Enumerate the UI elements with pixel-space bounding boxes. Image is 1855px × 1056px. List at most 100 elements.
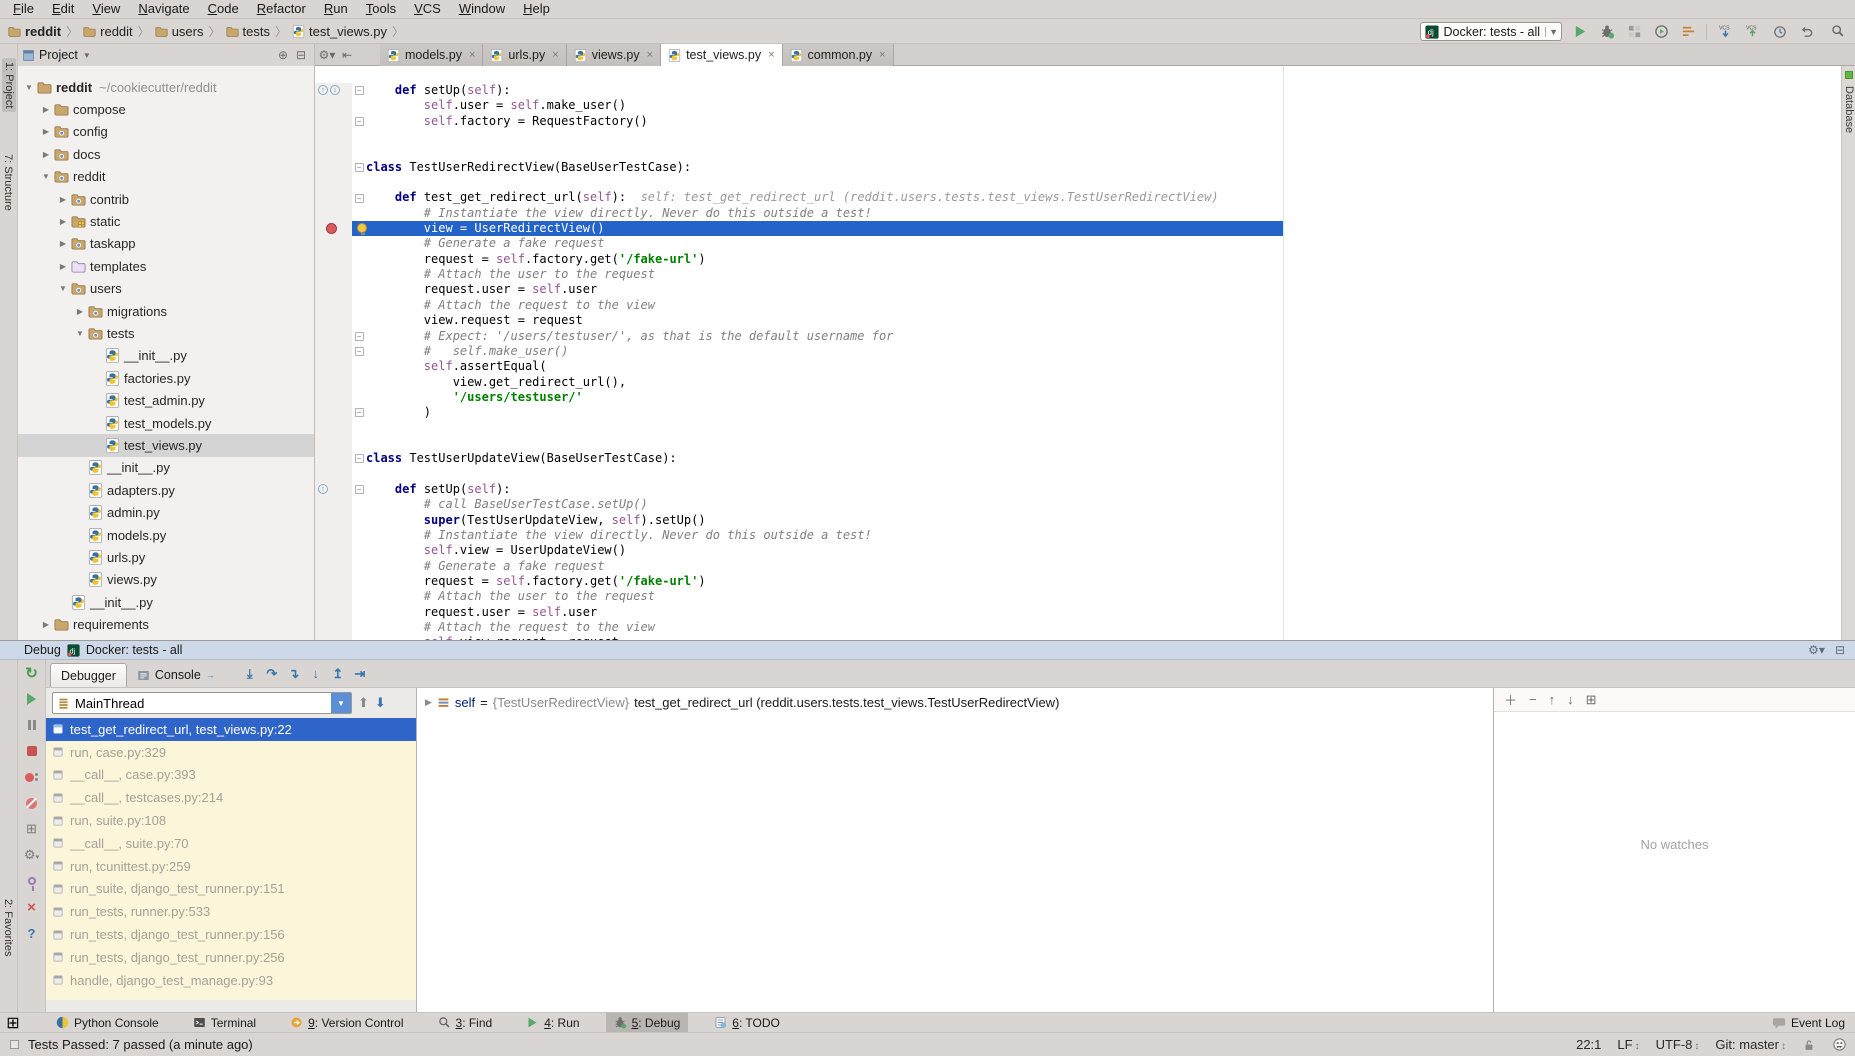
- code-line-22[interactable]: − ): [315, 405, 1841, 420]
- tree-item-templates[interactable]: ▶templates: [18, 255, 314, 277]
- toolwindow-button-terminal[interactable]: Terminal: [185, 1013, 264, 1033]
- bug-button[interactable]: [1598, 23, 1616, 41]
- menu-window[interactable]: Window: [450, 0, 514, 18]
- tree-expand-arrow[interactable]: ▶: [56, 239, 70, 248]
- frame-row[interactable]: run_tests, django_test_runner.py:156: [46, 923, 416, 946]
- toolwindow-button-python-console[interactable]: Python Console: [48, 1013, 167, 1033]
- menu-view[interactable]: View: [83, 0, 129, 18]
- code-line-12[interactable]: request = self.factory.get('/fake-url'): [315, 252, 1841, 267]
- fold-icon[interactable]: −: [355, 347, 364, 356]
- code-line-4[interactable]: [315, 129, 1841, 144]
- tree-item-models.py[interactable]: models.py: [18, 524, 314, 546]
- code-line-5[interactable]: [315, 144, 1841, 159]
- tree-item-adapters.py[interactable]: adapters.py: [18, 479, 314, 501]
- breakpoint-icon[interactable]: [326, 223, 337, 234]
- resume-button[interactable]: [18, 686, 45, 712]
- close-icon[interactable]: ×: [768, 49, 774, 61]
- frame-row[interactable]: __call__, testcases.py:214: [46, 786, 416, 809]
- method-marker-icon[interactable]: ↑: [318, 484, 328, 494]
- tree-expand-arrow[interactable]: ▶: [39, 127, 53, 136]
- fold-icon[interactable]: −: [355, 408, 364, 417]
- locate-file-icon[interactable]: ⊕: [274, 48, 292, 62]
- code-line-3[interactable]: − self.factory = RequestFactory(): [315, 114, 1841, 129]
- tool-stripe-7-structure[interactable]: 7: Structure: [2, 154, 14, 211]
- code-line-18[interactable]: − # self.make_user(): [315, 344, 1841, 359]
- step-out-icon[interactable]: ↥: [327, 666, 349, 682]
- settings-button[interactable]: ⚙▾: [18, 842, 45, 868]
- frame-row[interactable]: test_get_redirect_url, test_views.py:22: [46, 718, 416, 741]
- tree-item-config[interactable]: ▶config: [18, 121, 314, 143]
- menu-edit[interactable]: Edit: [43, 0, 83, 18]
- toolwindow-button--find[interactable]: 3: Find: [430, 1013, 501, 1033]
- frame-row[interactable]: __call__, suite.py:70: [46, 832, 416, 855]
- toolwindow-button--debug[interactable]: 5: Debug: [606, 1013, 689, 1033]
- menu-file[interactable]: File: [4, 0, 43, 18]
- tree-item-__init__.py[interactable]: __init__.py: [18, 345, 314, 367]
- breadcrumb-item-users[interactable]: users: [155, 24, 204, 39]
- close-button[interactable]: ×: [18, 894, 45, 920]
- tree-item-factories.py[interactable]: factories.py: [18, 367, 314, 389]
- gear-icon[interactable]: ⚙▾: [318, 48, 336, 62]
- profiler-button[interactable]: [1652, 23, 1670, 41]
- code-line-1[interactable]: ↑↓− def setUp(self):: [315, 83, 1841, 98]
- code-line-26[interactable]: [315, 467, 1841, 482]
- line-ending-selector[interactable]: LF↕: [1617, 1037, 1639, 1052]
- chevron-down-icon[interactable]: ▼: [83, 51, 91, 60]
- code-line-27[interactable]: ↑− def setUp(self):: [315, 482, 1841, 497]
- tree-item-views.py[interactable]: views.py: [18, 569, 314, 591]
- menu-vcs[interactable]: VCS: [405, 0, 450, 18]
- tree-item-users[interactable]: ▼users: [18, 278, 314, 300]
- close-icon[interactable]: ×: [647, 49, 653, 61]
- code-line-36[interactable]: # Attach the request to the view: [315, 620, 1841, 635]
- breadcrumb-item-reddit[interactable]: reddit: [8, 24, 61, 39]
- code-editor[interactable]: ↑↓− def setUp(self): self.user = self.ma…: [315, 66, 1841, 640]
- force-step-into-icon[interactable]: ↓: [305, 666, 327, 681]
- vcs-down-button[interactable]: VCS: [1716, 23, 1734, 41]
- tool-window-database[interactable]: Database: [1843, 86, 1855, 133]
- code-line-35[interactable]: request.user = self.user: [315, 605, 1841, 620]
- method-marker-icon[interactable]: ↓: [330, 85, 340, 95]
- close-icon[interactable]: ×: [469, 49, 475, 61]
- tree-item-__init__.py[interactable]: __init__.py: [18, 457, 314, 479]
- code-line-10[interactable]: view = UserRedirectView(): [315, 221, 1841, 236]
- frame-row[interactable]: run, suite.py:108: [46, 809, 416, 832]
- event-log-button[interactable]: Event Log: [1772, 1016, 1845, 1030]
- sortlines-button[interactable]: [1679, 23, 1697, 41]
- tab-common.py[interactable]: common.py×: [783, 44, 894, 66]
- debug-tab-console[interactable]: Console→: [127, 663, 225, 687]
- code-line-2[interactable]: self.user = self.make_user(): [315, 98, 1841, 113]
- fold-icon[interactable]: −: [355, 117, 364, 126]
- tree-item-urls.py[interactable]: urls.py: [18, 546, 314, 568]
- debug-tab-debugger[interactable]: Debugger: [50, 663, 127, 687]
- tree-expand-arrow[interactable]: ▶: [73, 307, 87, 316]
- toolwindow-button--version-control[interactable]: 9: Version Control: [282, 1013, 411, 1033]
- tree-item-__init__.py[interactable]: __init__.py: [18, 591, 314, 613]
- hector-icon[interactable]: [1832, 1037, 1847, 1052]
- tree-collapse-arrow[interactable]: ▼: [22, 83, 36, 92]
- tree-item-taskapp[interactable]: ▶taskapp: [18, 233, 314, 255]
- tree-expand-arrow[interactable]: ▶: [56, 217, 70, 226]
- fold-icon[interactable]: −: [355, 163, 364, 172]
- code-line-13[interactable]: # Attach the user to the request: [315, 267, 1841, 282]
- tree-expand-arrow[interactable]: ▶: [39, 620, 53, 629]
- frame-row[interactable]: run, case.py:329: [46, 741, 416, 764]
- fold-icon[interactable]: −: [355, 485, 364, 494]
- view-breakpoints-button[interactable]: [18, 764, 45, 790]
- tree-item-migrations[interactable]: ▶migrations: [18, 300, 314, 322]
- code-line-11[interactable]: # Generate a fake request: [315, 236, 1841, 251]
- search-everywhere-button[interactable]: [1829, 22, 1847, 40]
- frame-row[interactable]: run, tcunittest.py:259: [46, 855, 416, 878]
- method-marker-icon[interactable]: ↑: [318, 85, 328, 95]
- thread-selector[interactable]: MainThread ▼: [52, 692, 352, 714]
- tool-stripe-1-project[interactable]: 1: Project: [2, 58, 16, 112]
- lock-icon[interactable]: [1802, 1038, 1816, 1052]
- variable-row-self[interactable]: ▶ self = {TestUserRedirectView} test_get…: [417, 688, 1493, 710]
- code-line-21[interactable]: '/users/testuser/': [315, 390, 1841, 405]
- fold-icon[interactable]: −: [355, 86, 364, 95]
- tool-windows-grid-icon[interactable]: ⊞: [4, 1014, 22, 1032]
- code-line-15[interactable]: # Attach the request to the view: [315, 298, 1841, 313]
- code-line-20[interactable]: view.get_redirect_url(),: [315, 375, 1841, 390]
- tree-item-docs[interactable]: ▶docs: [18, 143, 314, 165]
- code-line-34[interactable]: # Attach the user to the request: [315, 589, 1841, 604]
- breadcrumb-item-reddit[interactable]: reddit: [83, 24, 133, 39]
